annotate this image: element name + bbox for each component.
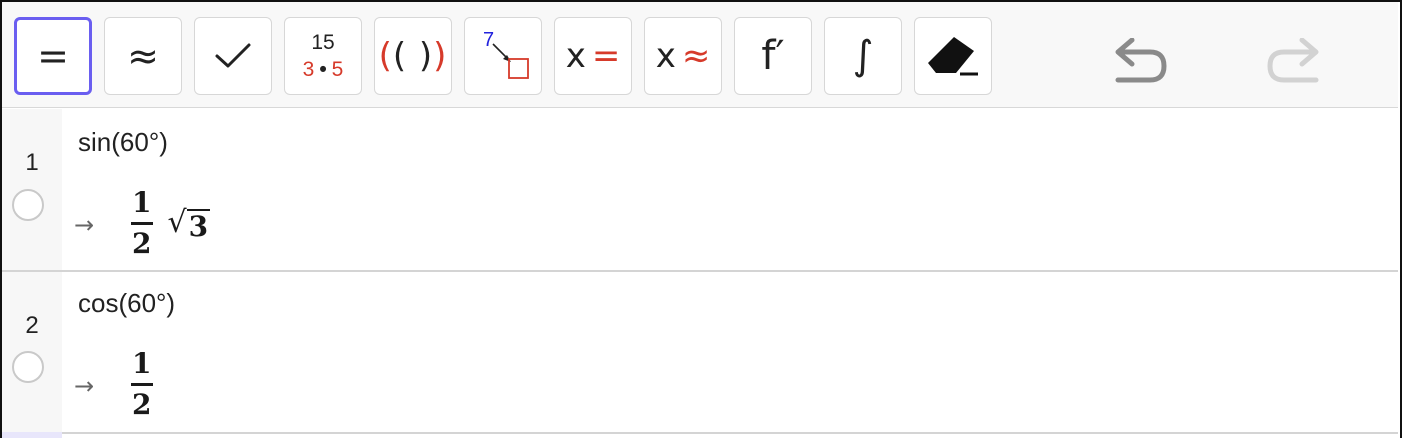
fraction-bar (130, 222, 153, 225)
redo-button[interactable] (1264, 37, 1324, 93)
row-number: 2 (25, 312, 39, 339)
derivative-button[interactable]: f′ (734, 17, 812, 95)
inner-parens: ( ) (392, 36, 434, 76)
equals-symbol: = (37, 34, 69, 78)
result-fraction: 1 2 (130, 189, 153, 258)
substitute-number: 7 (483, 29, 494, 51)
fraction-numerator: 1 (132, 186, 152, 219)
cas-row-1[interactable]: 1 sin(60°) → 1 2 √ 3 (2, 109, 1398, 270)
cas-toolbar: = ≈ 15 3 • 5 (( )) 7 x = x ≈ f′ ∫ (2, 2, 1398, 108)
redo-icon (1267, 37, 1319, 83)
derivative-icon: f′ (761, 33, 785, 79)
sqrt-radicand: 3 (186, 208, 211, 243)
solve-op: = (591, 36, 621, 76)
factor-left: 3 (302, 58, 315, 81)
result-arrow: → (74, 211, 95, 239)
row-divider (2, 432, 1398, 434)
factor-icon: 15 3 • 5 (303, 32, 344, 80)
outer-right-paren: ) (433, 36, 448, 76)
cas-row-2[interactable]: 2 cos(60°) → 1 2 (2, 272, 1398, 432)
nsolve-button[interactable]: x ≈ (644, 17, 722, 95)
approx-symbol: ≈ (127, 34, 159, 78)
row-visibility-toggle[interactable] (12, 351, 44, 383)
row-input[interactable]: sin(60°) (78, 127, 168, 158)
fraction-numerator: 1 (132, 347, 152, 380)
eraser-icon (928, 37, 978, 76)
factor-button[interactable]: 15 3 • 5 (284, 17, 362, 95)
row-visibility-toggle[interactable] (12, 189, 44, 221)
evaluate-button[interactable]: = (14, 17, 92, 95)
sqrt-sign: √ (167, 204, 187, 240)
undo-icon (1115, 37, 1167, 83)
result-fraction: 1 2 (130, 350, 153, 419)
keep-input-button[interactable] (194, 17, 272, 95)
factor-right: 5 (331, 58, 344, 81)
undo-button[interactable] (1110, 37, 1170, 93)
expand-button[interactable]: (( )) (374, 17, 452, 95)
factor-top-number: 15 (311, 31, 335, 54)
nsolve-icon: x ≈ (656, 39, 711, 73)
fraction-bar (130, 383, 153, 386)
row-result: 1 2 (130, 350, 153, 419)
outer-left-paren: ( (378, 36, 393, 76)
fraction-denominator: 2 (132, 387, 152, 421)
factor-bottom: 3 • 5 (303, 59, 344, 80)
substitute-button[interactable]: 7 (464, 17, 542, 95)
factor-dot: • (319, 58, 327, 81)
nsolve-op: ≈ (681, 36, 711, 76)
fraction-denominator: 2 (132, 226, 152, 260)
solve-var: x (565, 36, 586, 76)
numeric-button[interactable]: ≈ (104, 17, 182, 95)
result-sqrt: √ 3 (167, 204, 211, 243)
row-result: 1 2 √ 3 (130, 189, 211, 258)
solve-icon: x = (566, 39, 621, 73)
substitute-icon: 7 (483, 29, 529, 79)
expand-icon: (( )) (379, 39, 448, 73)
solve-button[interactable]: x = (554, 17, 632, 95)
delete-button[interactable] (914, 17, 992, 95)
checkmark-icon (215, 43, 251, 68)
integral-icon: ∫ (852, 33, 874, 79)
integral-button[interactable]: ∫ (824, 17, 902, 95)
row-input[interactable]: cos(60°) (78, 288, 175, 319)
nsolve-var: x (655, 36, 676, 76)
next-row-gutter (2, 432, 62, 438)
row-number: 1 (25, 149, 39, 176)
result-arrow: → (74, 372, 95, 400)
